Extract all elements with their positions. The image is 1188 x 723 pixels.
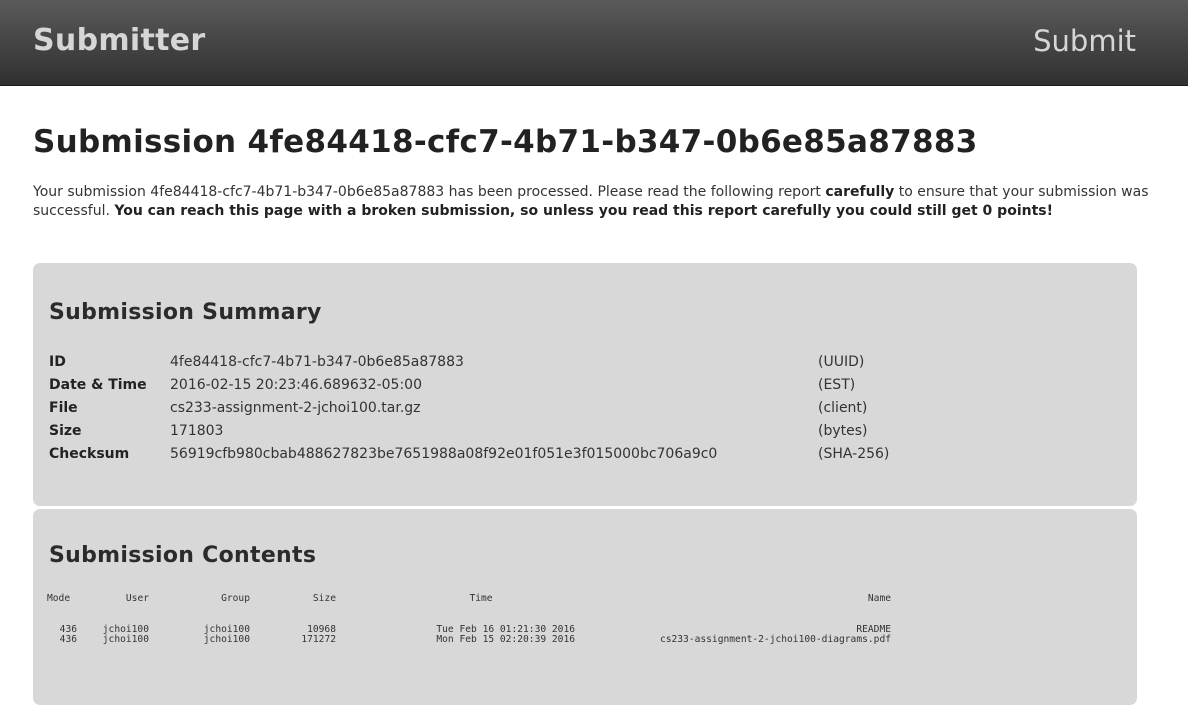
intro-text: Your submission 4fe84418-cfc7-4b71-b347-… (33, 183, 1158, 220)
file-user: jchoi100 (102, 634, 149, 646)
summary-row-datetime: Date & Time 2016-02-15 20:23:46.689632-0… (49, 373, 918, 396)
file-mode: 436 (59, 634, 77, 646)
summary-value: 4fe84418-cfc7-4b71-b347-0b6e85a87883 (170, 353, 464, 370)
header-size: Size (312, 593, 336, 604)
summary-value: 56919cfb980cbab488627823be7651988a08f92e… (170, 445, 718, 462)
summary-key: Checksum (49, 445, 130, 462)
header-user: User (125, 593, 149, 604)
submit-link[interactable]: Submit (1033, 24, 1136, 58)
summary-unit: (EST) (818, 376, 856, 393)
page-title: Submission 4fe84418-cfc7-4b71-b347-0b6e8… (33, 124, 978, 160)
header-time: Time (469, 593, 493, 604)
file-name: cs233-assignment-2-jchoi100-diagrams.pdf (659, 634, 891, 646)
summary-key: Size (49, 422, 82, 439)
submission-summary-panel: Submission Summary ID 4fe84418-cfc7-4b71… (33, 263, 1137, 506)
summary-value: 2016-02-15 20:23:46.689632-05:00 (170, 376, 422, 393)
summary-value: 171803 (170, 422, 224, 439)
summary-row-file: File cs233-assignment-2-jchoi100.tar.gz … (49, 396, 918, 419)
intro-warning: You can reach this page with a broken su… (114, 202, 1053, 219)
intro-emphasis: carefully (825, 184, 895, 200)
file-time: Mon Feb 15 02:20:39 2016 (436, 634, 575, 646)
file-size: 171272 (301, 634, 336, 646)
summary-title: Submission Summary (49, 300, 322, 325)
summary-key: ID (49, 353, 66, 370)
summary-row-size: Size 171803 (bytes) (49, 419, 918, 442)
navbar: Submitter Submit (0, 0, 1188, 86)
summary-unit: (client) (818, 399, 868, 416)
summary-unit: (SHA-256) (818, 445, 890, 462)
summary-row-checksum: Checksum 56919cfb980cbab488627823be76519… (49, 442, 918, 465)
listing-header: Mode User Group Size Time Name (47, 593, 907, 605)
summary-value: cs233-assignment-2-jchoi100.tar.gz (170, 399, 421, 416)
intro-part-1: Your submission 4fe84418-cfc7-4b71-b347-… (33, 184, 826, 200)
summary-row-id: ID 4fe84418-cfc7-4b71-b347-0b6e85a87883 … (49, 350, 918, 373)
header-mode: Mode (47, 593, 71, 604)
contents-title: Submission Contents (49, 543, 317, 568)
header-group: Group (221, 593, 250, 604)
summary-key: File (49, 399, 78, 416)
submission-contents-panel: Submission Contents Mode User Group Size… (33, 509, 1137, 705)
summary-key: Date & Time (49, 376, 147, 393)
file-row: 436 jchoi100 jchoi100 171272 Mon Feb 15 … (47, 635, 907, 646)
brand-link[interactable]: Submitter (33, 23, 206, 58)
header-name: Name (867, 593, 891, 604)
summary-unit: (bytes) (818, 422, 868, 439)
summary-table: ID 4fe84418-cfc7-4b71-b347-0b6e85a87883 … (49, 350, 918, 465)
summary-unit: (UUID) (818, 353, 865, 370)
file-group: jchoi100 (203, 634, 250, 646)
file-listing: Mode User Group Size Time Name 436 jchoi… (47, 593, 907, 646)
